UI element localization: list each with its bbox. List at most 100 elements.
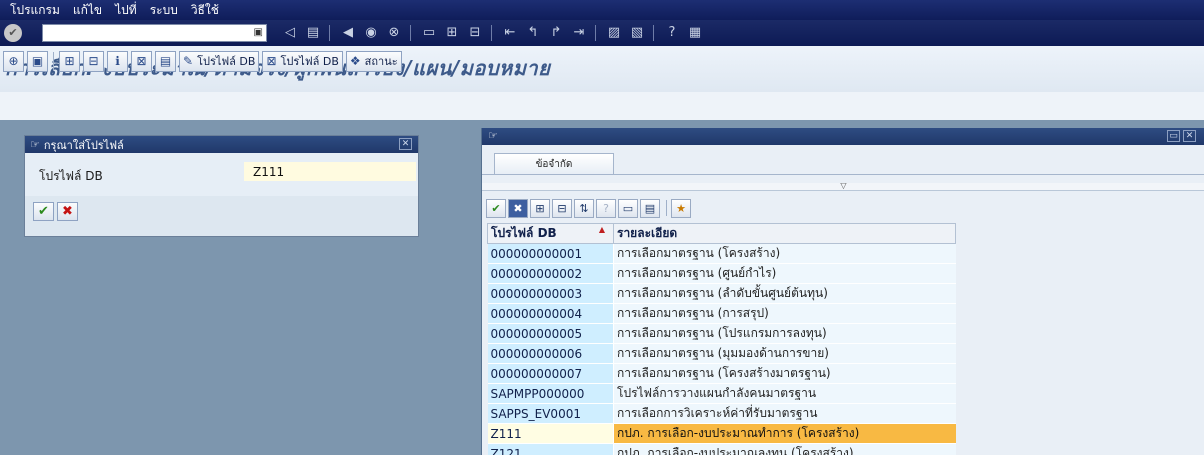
table-row[interactable]: 000000000006 การเลือกมาตรฐาน (มุมมองด้านก… [487, 343, 956, 364]
db-profile-input[interactable] [244, 162, 416, 181]
variant-icon: ▣ [31, 54, 44, 68]
column-header-description[interactable]: รายละเอียด [613, 223, 956, 244]
table-row[interactable]: SAPPS_EV0001 การเลือกการวิเคราะห์ค่าที่รั… [487, 403, 956, 424]
shortcut-icon[interactable]: ▧ [628, 24, 646, 42]
description-cell[interactable]: กปภ. การเลือก-งบประมาณทำการ (โครงสร้าง) [613, 423, 956, 444]
status-button[interactable]: ❖ สถานะ [345, 50, 402, 72]
description-cell[interactable]: การเลือกมาตรฐาน (โครงสร้าง) [613, 243, 956, 264]
back-icon[interactable]: ◀ [339, 24, 357, 42]
enter-icon[interactable]: ✔ [4, 24, 22, 42]
personal-list-icon[interactable]: ★ [671, 198, 691, 218]
table-row[interactable]: 000000000002 การเลือกมาตรฐาน (ศูนย์กำไร) [487, 263, 956, 284]
minimize-icon[interactable]: ▭ [1167, 130, 1180, 142]
description-cell[interactable]: การเลือกมาตรฐาน (ลำดับขั้นศูนย์ต้นทุน) [613, 283, 956, 304]
db-profile-cell[interactable]: 000000000005 [487, 323, 614, 344]
expand-icon: ⊞ [64, 54, 75, 68]
table-row[interactable]: SAPMPP000000 โปรไฟล์การวางแผนกำลังคนมาตรฐ… [487, 383, 956, 404]
db-profile-cell[interactable]: 000000000004 [487, 303, 614, 324]
description-cell[interactable]: การเลือกมาตรฐาน (การสรุป) [613, 303, 956, 324]
column-header-db-profile[interactable]: โปรไฟล์ DB ▲ [487, 223, 614, 244]
choose-icon[interactable]: ✔ [486, 198, 506, 218]
table-row[interactable]: 000000000005 การเลือกมาตรฐาน (โปรแกรมการล… [487, 323, 956, 344]
tab-restrictions[interactable]: ข้อจำกัด [494, 153, 614, 175]
collapse-button[interactable]: ⊟ [83, 50, 104, 72]
exit-icon[interactable]: ◉ [362, 24, 380, 42]
column-header-label: โปรไฟล์ DB [491, 226, 557, 240]
list-button[interactable]: ▤ [155, 50, 176, 72]
table-row[interactable]: 000000000004 การเลือกมาตรฐาน (การสรุป) [487, 303, 956, 324]
toolbar-separator [329, 25, 330, 41]
description-cell[interactable]: การเลือกมาตรฐาน (โครงสร้างมาตรฐาน) [613, 363, 956, 384]
find-next-icon[interactable]: ⊟ [466, 24, 484, 42]
find-next-icon[interactable]: ⊟ [552, 198, 572, 218]
db-profile-cell[interactable]: 000000000001 [487, 243, 614, 264]
description-cell[interactable]: การเลือกมาตรฐาน (มุมมองด้านการขาย) [613, 343, 956, 364]
description-cell[interactable]: การเลือกมาตรฐาน (ศูนย์กำไร) [613, 263, 956, 284]
db-profile-cell[interactable]: Z111 [487, 423, 614, 444]
save-icon[interactable]: ▤ [304, 24, 322, 42]
table-row[interactable]: 000000000007 การเลือกมาตรฐาน (โครงสร้างมา… [487, 363, 956, 384]
restrictions-collapse-bar[interactable]: ▽ [482, 182, 1204, 191]
list-icon: ▤ [159, 54, 172, 68]
expand-button[interactable]: ⊞ [59, 50, 80, 72]
edit-db-profile-button[interactable]: ✎ โปรไฟล์ DB [179, 50, 260, 72]
hierarchy-icon: ⊠ [136, 54, 147, 68]
cancel-button[interactable]: ✖ [57, 202, 78, 221]
table-row[interactable]: 000000000003 การเลือกมาตรฐาน (ลำดับขั้นศู… [487, 283, 956, 304]
next-page-icon[interactable]: ↱ [547, 24, 565, 42]
dialog-titlebar: ☞ กรุณาใส่โปรไฟล์ ✕ [25, 136, 418, 153]
print-icon[interactable]: ▭ [618, 198, 638, 218]
db-profile-cell[interactable]: 000000000002 [487, 263, 614, 284]
print-icon[interactable]: ▭ [420, 24, 438, 42]
table-row[interactable]: 000000000001 การเลือกมาตรฐาน (โครงสร้าง) [487, 243, 956, 264]
command-history-icon[interactable]: ▣ [254, 25, 263, 41]
db-profile-cell[interactable]: SAPPS_EV0001 [487, 403, 614, 424]
menu-item-system[interactable]: ระบบ [150, 1, 178, 20]
change-db-profile-button[interactable]: ⊠ โปรไฟล์ DB [262, 50, 343, 72]
table-row[interactable]: Z111 กปภ. การเลือก-งบประมาณทำการ (โครงสร้… [487, 423, 956, 444]
get-variant-button[interactable]: ▣ [27, 50, 48, 72]
execute-button[interactable]: ⊕ [3, 50, 24, 72]
help-icon[interactable]: ? [663, 24, 681, 42]
prev-page-icon[interactable]: ↰ [524, 24, 542, 42]
collapse-icon: ⊟ [88, 54, 99, 68]
cancel-icon[interactable]: ⊗ [385, 24, 403, 42]
find-icon[interactable]: ⊞ [530, 198, 550, 218]
last-page-icon[interactable]: ⇥ [570, 24, 588, 42]
hierarchy-button[interactable]: ⊠ [131, 50, 152, 72]
dialog-title: กรุณาใส่โปรไฟล์ [43, 138, 124, 152]
sort-icon[interactable]: ⇅ [574, 198, 594, 218]
menu-item-goto[interactable]: ไปที่ [115, 1, 137, 20]
layout-icon[interactable]: ▦ [686, 24, 704, 42]
dialog-close-icon[interactable]: ✕ [399, 138, 412, 150]
toolbar-separator [410, 25, 411, 41]
close-icon[interactable]: ✕ [1183, 130, 1196, 142]
info-button[interactable]: ℹ [107, 50, 128, 72]
menu-item-program[interactable]: โปรแกรม [10, 1, 60, 20]
toolbar-separator [53, 52, 54, 70]
find-icon[interactable]: ⊞ [443, 24, 461, 42]
command-field[interactable]: ▣ [42, 24, 267, 42]
enter-profile-dialog: ☞ กรุณาใส่โปรไฟล์ ✕ โปรไฟล์ DB ✔ ✖ [24, 135, 419, 237]
menu-item-edit[interactable]: แก้ไข [73, 1, 102, 20]
column-header-label: รายละเอียด [617, 226, 678, 240]
description-cell[interactable]: โปรไฟล์การวางแผนกำลังคนมาตรฐาน [613, 383, 956, 404]
first-page-icon[interactable]: ⇤ [501, 24, 519, 42]
description-cell[interactable]: กปภ. การเลือก-งบประมาณลงทุน (โครงสร้าง) [613, 443, 956, 455]
db-profile-cell[interactable]: 000000000007 [487, 363, 614, 384]
confirm-button[interactable]: ✔ [33, 202, 54, 221]
db-profile-cell[interactable]: Z121 [487, 443, 614, 455]
menu-item-help[interactable]: วิธีใช้ [191, 1, 219, 20]
description-cell[interactable]: การเลือกการวิเคราะห์ค่าที่รับมาตรฐาน [613, 403, 956, 424]
db-profile-cell[interactable]: 000000000006 [487, 343, 614, 364]
db-profile-cell[interactable]: SAPMPP000000 [487, 383, 614, 404]
cancel-icon[interactable]: ✖ [508, 198, 528, 218]
db-profile-field-label: โปรไฟล์ DB [39, 169, 103, 183]
new-session-icon[interactable]: ▨ [605, 24, 623, 42]
arrow-left-icon[interactable]: ◁ [281, 24, 299, 42]
export-icon[interactable]: ▤ [640, 198, 660, 218]
db-profile-cell[interactable]: 000000000003 [487, 283, 614, 304]
description-cell[interactable]: การเลือกมาตรฐาน (โปรแกรมการลงทุน) [613, 323, 956, 344]
table-row[interactable]: Z121 กปภ. การเลือก-งบประมาณลงทุน (โครงสร้… [487, 443, 956, 455]
toolbar-separator [491, 25, 492, 41]
